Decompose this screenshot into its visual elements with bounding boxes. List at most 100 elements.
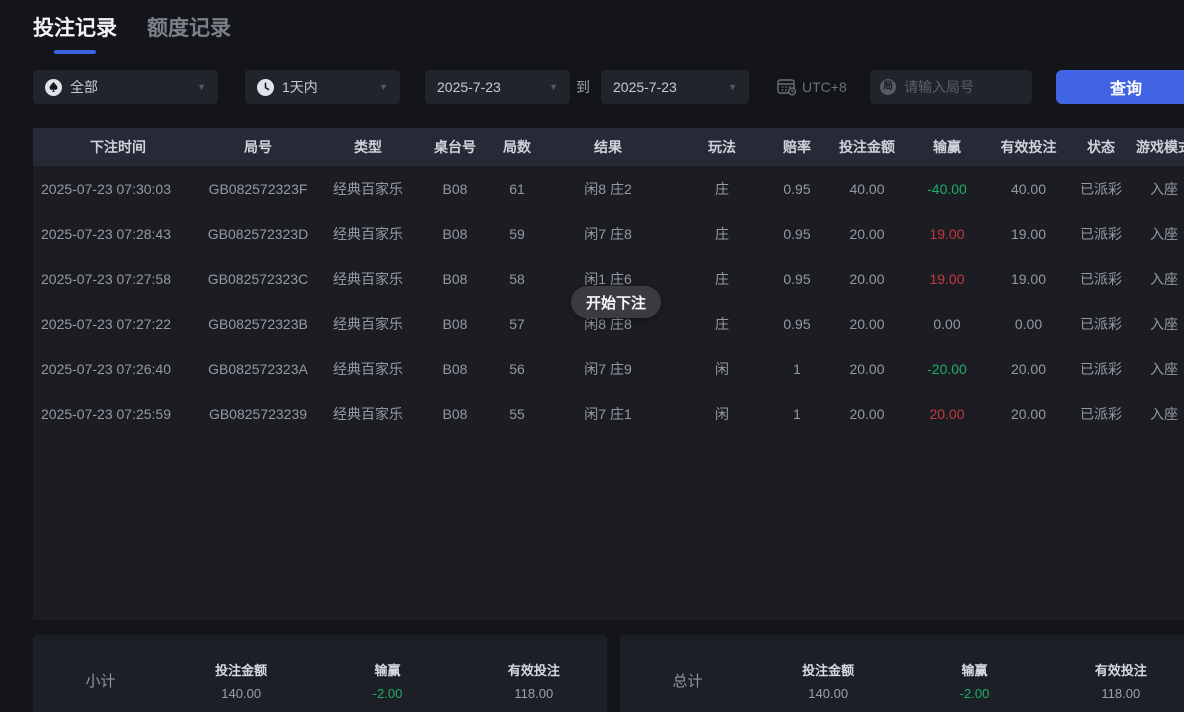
cell-round: 58: [487, 271, 547, 287]
header-round: 局数: [487, 137, 547, 157]
total-winloss-value: -2.00: [901, 686, 1047, 701]
header-type: 类型: [313, 137, 423, 157]
cell-round: 61: [487, 181, 547, 197]
header-status: 状态: [1078, 137, 1124, 157]
subtotal-bet-value: 140.00: [168, 686, 314, 701]
cell-win_loss: 19.00: [915, 271, 979, 287]
cell-result: 闲7 庄1: [547, 404, 669, 424]
cell-bet: 20.00: [819, 271, 915, 287]
header-bet: 投注金额: [819, 137, 915, 157]
cell-time: 2025-07-23 07:30:03: [33, 181, 203, 197]
cell-play: 闲: [669, 404, 775, 424]
cell-round: 55: [487, 406, 547, 422]
header-valid_bet: 有效投注: [979, 137, 1078, 157]
tab-quota-records[interactable]: 额度记录: [147, 12, 231, 54]
cell-status: 已派彩: [1078, 359, 1124, 379]
cell-play: 庄: [669, 224, 775, 244]
cell-odds: 1: [775, 406, 819, 422]
cell-status: 已派彩: [1078, 224, 1124, 244]
time-range-value: 1天内: [282, 77, 371, 97]
cell-status: 已派彩: [1078, 269, 1124, 289]
date-to-value: 2025-7-23: [613, 79, 720, 95]
cell-type: 经典百家乐: [313, 269, 423, 289]
cell-game_id: GB082572323B: [203, 316, 313, 332]
header-play: 玩法: [669, 137, 775, 157]
active-tab-underline: [54, 50, 96, 54]
calendar-icon: [776, 77, 798, 97]
spade-icon: [45, 79, 62, 96]
clock-icon: [257, 79, 274, 96]
subtotal-valid-value: 118.00: [461, 686, 607, 701]
table-row: 2025-07-23 07:28:43GB082572323D经典百家乐B085…: [33, 211, 1184, 256]
header-odds: 赔率: [775, 137, 819, 157]
query-button[interactable]: 查询: [1056, 70, 1184, 104]
subtotal-bet-stat: 投注金额 140.00: [168, 660, 314, 701]
tab-quota-records-label: 额度记录: [147, 17, 231, 40]
cell-play: 庄: [669, 314, 775, 334]
cell-mode: 入座: [1124, 269, 1184, 289]
date-to-picker[interactable]: 2025-7-23 ▼: [601, 70, 749, 104]
round-search: 局: [870, 70, 1032, 104]
total-label: 总计: [620, 670, 755, 691]
cell-game_id: GB082572323A: [203, 361, 313, 377]
cell-win_loss: 19.00: [915, 226, 979, 242]
game-type-select[interactable]: 全部 ▼: [33, 70, 218, 104]
cell-game_id: GB082572323C: [203, 271, 313, 287]
game-type-value: 全部: [70, 77, 189, 97]
cell-game_id: GB0825723239: [203, 406, 313, 422]
cell-mode: 入座: [1124, 404, 1184, 424]
subtotal-winloss-stat: 输赢 -2.00: [314, 660, 460, 701]
cell-odds: 1: [775, 361, 819, 377]
cell-status: 已派彩: [1078, 404, 1124, 424]
cell-type: 经典百家乐: [313, 359, 423, 379]
table-row: 2025-07-23 07:25:59GB0825723239经典百家乐B085…: [33, 391, 1184, 436]
cell-play: 庄: [669, 179, 775, 199]
total-bet-stat: 投注金额 140.00: [755, 660, 901, 701]
cell-mode: 入座: [1124, 314, 1184, 334]
round-number-icon: 局: [880, 79, 896, 95]
timezone-label: UTC+8: [802, 79, 847, 95]
cell-type: 经典百家乐: [313, 404, 423, 424]
subtotal-bet-label: 投注金额: [168, 660, 314, 679]
cell-type: 经典百家乐: [313, 314, 423, 334]
table-row: 2025-07-23 07:26:40GB082572323A经典百家乐B085…: [33, 346, 1184, 391]
cell-game_id: GB082572323F: [203, 181, 313, 197]
chevron-down-icon: ▼: [379, 82, 388, 92]
subtotal-label: 小计: [33, 670, 168, 691]
time-range-select[interactable]: 1天内 ▼: [245, 70, 400, 104]
cell-win_loss: -40.00: [915, 181, 979, 197]
cell-bet: 40.00: [819, 181, 915, 197]
cell-result: 闲7 庄8: [547, 224, 669, 244]
cell-time: 2025-07-23 07:25:59: [33, 406, 203, 422]
header-table_no: 桌台号: [423, 137, 487, 157]
cell-table_no: B08: [423, 316, 487, 332]
total-bet-value: 140.00: [755, 686, 901, 701]
cell-round: 57: [487, 316, 547, 332]
tab-betting-records-label: 投注记录: [33, 17, 117, 40]
cell-table_no: B08: [423, 406, 487, 422]
cell-table_no: B08: [423, 361, 487, 377]
total-winloss-label: 输赢: [901, 660, 1047, 679]
chevron-down-icon: ▼: [728, 82, 737, 92]
subtotal-winloss-value: -2.00: [314, 686, 460, 701]
subtotal-winloss-label: 输赢: [314, 660, 460, 679]
cell-play: 庄: [669, 269, 775, 289]
date-from-picker[interactable]: 2025-7-23 ▼: [425, 70, 570, 104]
cell-odds: 0.95: [775, 316, 819, 332]
cell-bet: 20.00: [819, 361, 915, 377]
tab-betting-records[interactable]: 投注记录: [33, 12, 117, 54]
cell-status: 已派彩: [1078, 179, 1124, 199]
cell-bet: 20.00: [819, 406, 915, 422]
cell-type: 经典百家乐: [313, 179, 423, 199]
filter-bar: 全部 ▼ 1天内 ▼ 2025-7-23 ▼ 到 2025-7-23 ▼: [0, 70, 1184, 104]
round-search-input[interactable]: [904, 79, 1022, 95]
cell-valid_bet: 20.00: [979, 406, 1078, 422]
cell-time: 2025-07-23 07:26:40: [33, 361, 203, 377]
cell-result: 闲8 庄2: [547, 179, 669, 199]
cell-bet: 20.00: [819, 316, 915, 332]
header-game_id: 局号: [203, 137, 313, 157]
total-valid-label: 有效投注: [1048, 660, 1184, 679]
timezone-indicator: UTC+8: [776, 70, 847, 104]
cell-table_no: B08: [423, 226, 487, 242]
subtotal-card: 小计 投注金额 140.00 输赢 -2.00 有效投注 118.00: [33, 635, 607, 712]
